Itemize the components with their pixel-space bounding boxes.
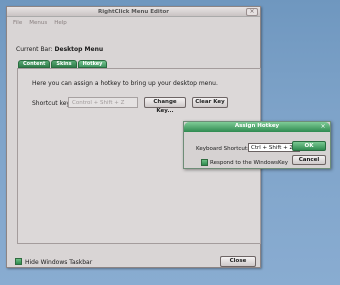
tab-skins[interactable]: Skins <box>51 60 77 68</box>
clear-key-button[interactable]: Clear Key <box>192 97 228 108</box>
title-bar[interactable]: RightClick Menu Editor × <box>7 7 260 17</box>
current-bar-label: Current Bar: <box>16 46 53 53</box>
dialog-close-icon[interactable]: × <box>319 123 327 131</box>
window-title: RightClick Menu Editor <box>98 9 169 15</box>
menu-file[interactable]: File <box>13 20 22 26</box>
ok-button[interactable]: OK <box>292 141 326 151</box>
menu-help[interactable]: Help <box>54 20 67 26</box>
assign-hotkey-dialog: Assign Hotkey × Keyboard Shortcut: OK Ca… <box>183 121 331 169</box>
hide-taskbar-checkbox[interactable] <box>15 258 22 265</box>
tab-content[interactable]: Content <box>18 60 51 68</box>
window-close-button[interactable]: × <box>246 8 258 16</box>
respond-windowskey-checkbox[interactable] <box>201 159 208 166</box>
current-bar: Current Bar: Desktop Menu <box>16 46 103 53</box>
keyboard-shortcut-label: Keyboard Shortcut: <box>196 146 249 152</box>
cancel-button[interactable]: Cancel <box>292 155 326 165</box>
menu-bar: File Menus Help <box>7 18 260 27</box>
shortcut-key-field[interactable] <box>68 97 138 108</box>
change-key-button[interactable]: Change Key... <box>144 97 186 114</box>
dialog-title[interactable]: Assign Hotkey <box>184 122 330 132</box>
menu-menus[interactable]: Menus <box>29 20 47 26</box>
hotkey-description: Here you can assign a hotkey to bring up… <box>32 80 218 87</box>
current-bar-value: Desktop Menu <box>54 46 104 53</box>
shortcut-key-label: Shortcut key: <box>32 100 72 107</box>
tab-hotkey[interactable]: Hotkey <box>77 60 108 68</box>
tab-strip: Content Skins Hotkey <box>18 60 108 68</box>
respond-windowskey-label: Respond to the WindowsKey <box>210 160 288 166</box>
hide-taskbar-label: Hide Windows Taskbar <box>25 259 93 266</box>
close-button[interactable]: Close <box>220 256 256 267</box>
